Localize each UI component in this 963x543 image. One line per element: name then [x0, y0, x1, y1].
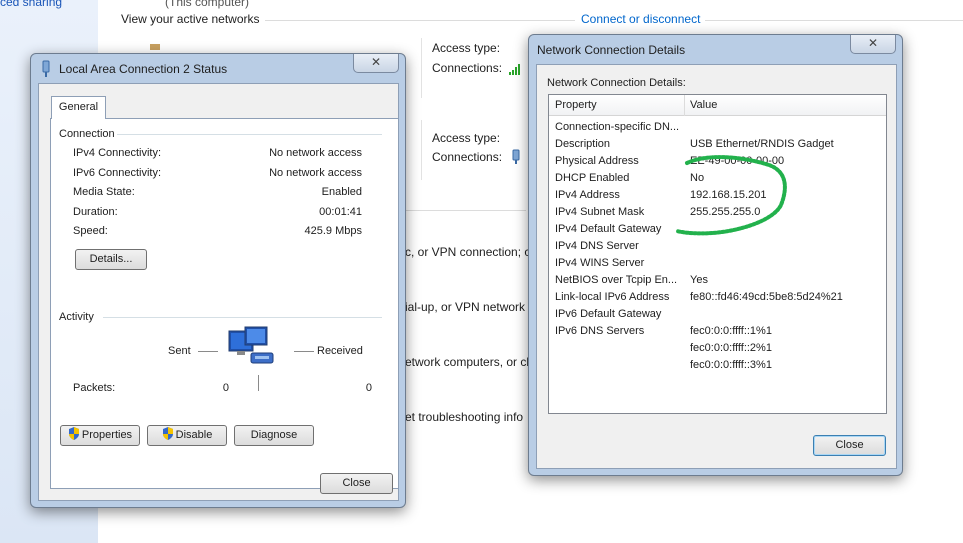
list-item-property: Connection-specific DN... — [555, 121, 680, 133]
list-item-value: fec0:0:0:ffff::2%1 — [690, 342, 772, 354]
list-item-property: IPv4 Default Gateway — [555, 223, 662, 235]
green-annotation-scribble — [675, 155, 787, 236]
uac-shield-icon — [162, 427, 173, 440]
access-type-label: Access type: — [432, 41, 501, 55]
status-dialog-client: Connection IPv4 Connectivity: No network… — [38, 83, 399, 501]
status-dialog-title: Local Area Connection 2 Status — [59, 62, 228, 76]
column-header-value[interactable]: Value — [684, 95, 717, 116]
network-divider — [421, 120, 422, 180]
list-item[interactable]: fec0:0:0:ffff::2%1 — [549, 340, 886, 357]
packets-sent-value: 0 — [222, 382, 229, 394]
list-item[interactable]: NetBIOS over Tcpip En... Yes — [549, 272, 886, 289]
properties-button[interactable]: Properties — [60, 425, 140, 446]
disable-button[interactable]: Disable — [147, 425, 227, 446]
tab-general[interactable]: General — [51, 96, 106, 119]
list-item-property: IPv4 DNS Server — [555, 240, 639, 252]
media-state-value: Enabled — [321, 186, 362, 198]
sidebar-link-sharing[interactable]: ced sharing — [0, 0, 62, 9]
list-item[interactable]: fec0:0:0:ffff::3%1 — [549, 357, 886, 374]
network-adapter-icon — [42, 60, 50, 77]
network-icon-partial — [150, 44, 160, 50]
homegroup-text: etwork computers, or ch — [405, 355, 534, 369]
status-close-button[interactable]: Close — [320, 473, 393, 494]
list-item-value: Yes — [690, 274, 708, 286]
connect-or-disconnect-link[interactable]: Connect or disconnect — [581, 12, 700, 26]
connection-group-label: Connection — [59, 128, 115, 140]
column-header-property[interactable]: Property — [549, 95, 684, 116]
received-line — [294, 351, 314, 352]
properties-button-label: Properties — [81, 429, 133, 441]
network-divider — [421, 38, 422, 98]
network-activity-icon — [228, 326, 274, 364]
list-item[interactable]: IPv4 WINS Server — [549, 255, 886, 272]
ipv6-connectivity-label: IPv6 Connectivity: — [73, 167, 162, 179]
list-item[interactable]: IPv6 DNS Servers fec0:0:0:ffff::1%1 — [549, 323, 886, 340]
group-divider — [117, 134, 382, 135]
list-item-property: IPv4 Address — [555, 189, 620, 201]
signal-strength-icon — [509, 63, 523, 75]
access-type-label: Access type: — [432, 131, 501, 145]
packets-received-value: 0 — [365, 382, 372, 394]
list-item[interactable]: Connection-specific DN... — [549, 119, 886, 136]
connections-label: Connections: — [432, 61, 503, 75]
list-item-property: Physical Address — [555, 155, 639, 167]
list-item[interactable]: IPv4 DNS Server — [549, 238, 886, 255]
duration-value: 00:01:41 — [319, 206, 362, 218]
uac-shield-icon — [68, 427, 79, 440]
section-divider — [705, 20, 963, 21]
duration-label: Duration: — [73, 206, 118, 218]
close-icon[interactable]: ✕ — [850, 35, 896, 54]
view-active-networks-label: View your active networks — [121, 12, 260, 26]
connections-label: Connections: — [432, 150, 503, 164]
ipv4-connectivity-value: No network access — [269, 147, 362, 159]
activity-group-label: Activity — [59, 311, 94, 323]
diagnose-button[interactable]: Diagnose — [234, 425, 314, 446]
details-dialog-title: Network Connection Details — [537, 43, 686, 57]
this-computer-label: (This computer) — [165, 0, 250, 9]
list-item[interactable]: IPv6 Default Gateway — [549, 306, 886, 323]
details-dialog-client: Network Connection Details: Property Val… — [536, 64, 897, 469]
list-item-property: IPv6 Default Gateway — [555, 308, 662, 320]
section-divider — [265, 20, 575, 21]
details-dialog: Network Connection Details ✕ Network Con… — [528, 34, 903, 476]
status-dialog: Local Area Connection 2 Status ✕ Connect… — [30, 53, 406, 508]
list-item-property: Link-local IPv6 Address — [555, 291, 670, 303]
ipv6-connectivity-value: No network access — [269, 167, 362, 179]
list-item-property: IPv4 Subnet Mask — [555, 206, 645, 218]
disable-button-label: Disable — [175, 429, 213, 441]
list-item-property: IPv4 WINS Server — [555, 257, 645, 269]
media-state-label: Media State: — [73, 186, 135, 198]
general-tab-page: Connection IPv4 Connectivity: No network… — [50, 118, 399, 489]
details-section-label: Network Connection Details: — [547, 77, 686, 89]
speed-label: Speed: — [73, 225, 108, 237]
list-header: Property Value — [549, 95, 886, 116]
usb-adapter-icon[interactable] — [510, 149, 522, 165]
section-divider — [406, 210, 526, 211]
activity-divider — [258, 375, 259, 391]
list-item-property: NetBIOS over Tcpip En... — [555, 274, 678, 286]
details-button[interactable]: Details... — [75, 249, 147, 270]
setup-connection-text: c, or VPN connection; c — [405, 245, 531, 259]
connect-network-text: ial-up, or VPN network — [405, 300, 526, 314]
list-item-value: fec0:0:0:ffff::1%1 — [690, 325, 772, 337]
list-item-property: DHCP Enabled — [555, 172, 630, 184]
speed-value: 425.9 Mbps — [304, 225, 362, 237]
troubleshoot-text: et troubleshooting info — [405, 410, 524, 424]
list-item-value: fe80::fd46:49cd:5be8:5d24%21 — [690, 291, 843, 303]
list-item-property: IPv6 DNS Servers — [555, 325, 645, 337]
sent-line — [198, 351, 218, 352]
sent-label: Sent — [168, 345, 191, 357]
ipv4-connectivity-label: IPv4 Connectivity: — [73, 147, 162, 159]
details-list[interactable]: Property Value Connection-specific DN...… — [548, 94, 887, 414]
close-icon[interactable]: ✕ — [353, 54, 399, 73]
list-item-property: Description — [555, 138, 611, 150]
group-divider — [103, 317, 382, 318]
packets-label: Packets: — [73, 382, 116, 394]
received-label: Received — [317, 345, 363, 357]
list-item[interactable]: Link-local IPv6 Address fe80::fd46:49cd:5… — [549, 289, 886, 306]
details-close-button[interactable]: Close — [813, 435, 886, 456]
list-item-value: fec0:0:0:ffff::3%1 — [690, 359, 772, 371]
